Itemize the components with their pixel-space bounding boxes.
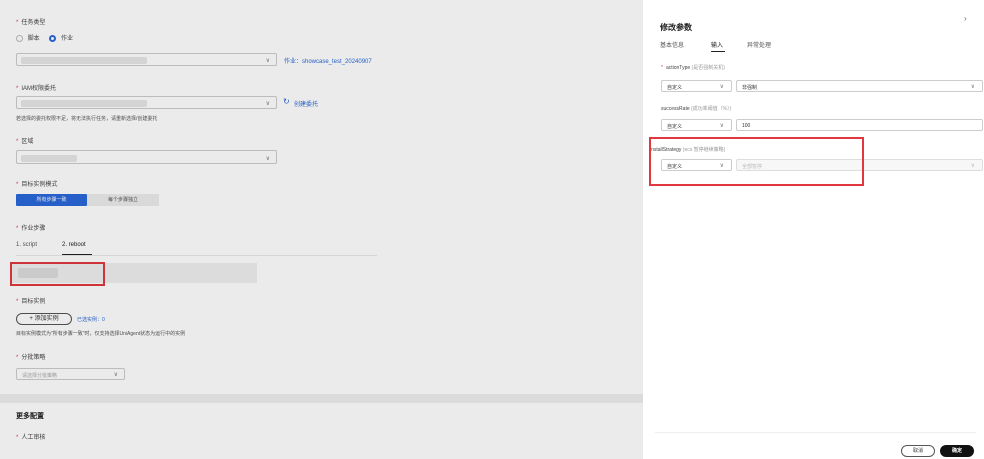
chevron-down-icon: ∨ <box>265 156 270 162</box>
tab-script[interactable]: 1. script <box>16 242 37 248</box>
region-label: * 区域 <box>16 139 34 145</box>
tab-active-indicator <box>711 51 725 52</box>
radio-script[interactable] <box>16 34 23 42</box>
manual-review-label: * 人工审核 <box>16 435 46 441</box>
iam-select-value <box>21 100 147 107</box>
radio-script-label: 脚本 <box>27 36 40 42</box>
radio-job[interactable] <box>49 34 57 42</box>
create-delegation-link[interactable]: 创建委托 <box>294 99 318 108</box>
iam-label: * IAM权限委托 <box>16 86 57 92</box>
more-config-title: 更多配置 <box>16 413 44 420</box>
param-successrate-label: successRate (成功率阈值（%）) <box>661 106 732 112</box>
iam-warning: 若选择的委托权限不足，将无法执行任务，请重新选择/创建委托 <box>16 116 158 122</box>
task-type-label: * 任务类型 <box>16 20 46 26</box>
chevron-down-icon: ∨ <box>970 163 975 169</box>
task-type-radio-group: 脚本 作业 <box>16 33 73 42</box>
highlight-box <box>10 262 105 286</box>
job-steps-label: * 作业步骤 <box>16 226 46 232</box>
param-value: 非强制 <box>742 85 758 91</box>
mode-value: 自定义 <box>667 124 683 130</box>
mode-independent-button[interactable]: 每个步骤独立 <box>87 194 159 206</box>
refresh-icon[interactable]: ↻ <box>283 97 290 106</box>
job-select-value <box>21 57 147 64</box>
tab-input[interactable]: 输入 <box>711 40 723 49</box>
tab-basic-info[interactable]: 基本信息 <box>660 40 684 49</box>
selected-instance-count: 已选实例：0 <box>77 317 105 323</box>
region-select[interactable]: ∨ <box>16 150 277 164</box>
batch-strategy-select[interactable]: 请选择分批策略 ∨ <box>16 368 125 380</box>
batch-strategy-label: * 分批策略 <box>16 355 46 361</box>
drawer-title: 修改参数 <box>660 23 692 32</box>
confirm-button[interactable]: 确定 <box>940 445 974 457</box>
param-successrate-mode-select[interactable]: 自定义 ∨ <box>661 119 732 131</box>
close-chevron-icon[interactable]: › <box>964 14 967 23</box>
mode-all-same-button[interactable]: 所有步骤一致 <box>16 194 87 206</box>
chevron-down-icon: ∨ <box>265 58 270 64</box>
target-instance-label: * 目标实例 <box>16 299 46 305</box>
chevron-down-icon: ∨ <box>970 84 975 90</box>
param-value: 100 <box>742 123 751 129</box>
modify-params-drawer: 修改参数 › 基本信息 输入 异常处理 * actionType (是否强制关机)… <box>643 0 984 459</box>
param-actiontype-label: * actionType (是否强制关机) <box>661 65 725 71</box>
param-actiontype-mode-select[interactable]: 自定义 ∨ <box>661 80 732 92</box>
chevron-down-icon: ∨ <box>113 372 118 378</box>
iam-select[interactable]: ∨ <box>16 96 277 109</box>
target-instance-note: 目标实例模式为"所有步骤一致"时，仅支持选择UniAgent状态为运行中的实例 <box>16 331 186 337</box>
batch-strategy-placeholder: 请选择分批策略 <box>22 373 58 379</box>
chevron-down-icon: ∨ <box>719 123 724 129</box>
target-mode-label: * 目标实例模式 <box>16 182 58 188</box>
tab-reboot[interactable]: 2. reboot <box>62 242 86 248</box>
radio-job-label: 作业 <box>61 36 74 42</box>
param-actiontype-value-select[interactable]: 非强制 ∨ <box>736 80 983 92</box>
job-link[interactable]: 作业：showcase_test_20240907 <box>284 56 372 65</box>
tab-exception-handling[interactable]: 异常处理 <box>747 40 771 49</box>
param-successrate-input[interactable]: 100 <box>736 119 983 131</box>
footer-divider <box>655 432 976 433</box>
add-instance-button[interactable]: + 添加实例 <box>16 313 72 325</box>
job-select[interactable]: ∨ <box>16 53 277 66</box>
tab-divider <box>16 255 377 256</box>
chevron-down-icon: ∨ <box>719 84 724 90</box>
task-form: * 任务类型 脚本 作业 ∨ 作业：showcase_test_20240907 … <box>0 0 643 459</box>
section-divider <box>0 394 643 403</box>
region-select-value <box>21 155 77 162</box>
chevron-down-icon: ∨ <box>265 101 270 107</box>
cancel-button[interactable]: 取消 <box>901 445 935 457</box>
highlight-box <box>649 137 864 186</box>
mode-value: 自定义 <box>667 85 683 91</box>
